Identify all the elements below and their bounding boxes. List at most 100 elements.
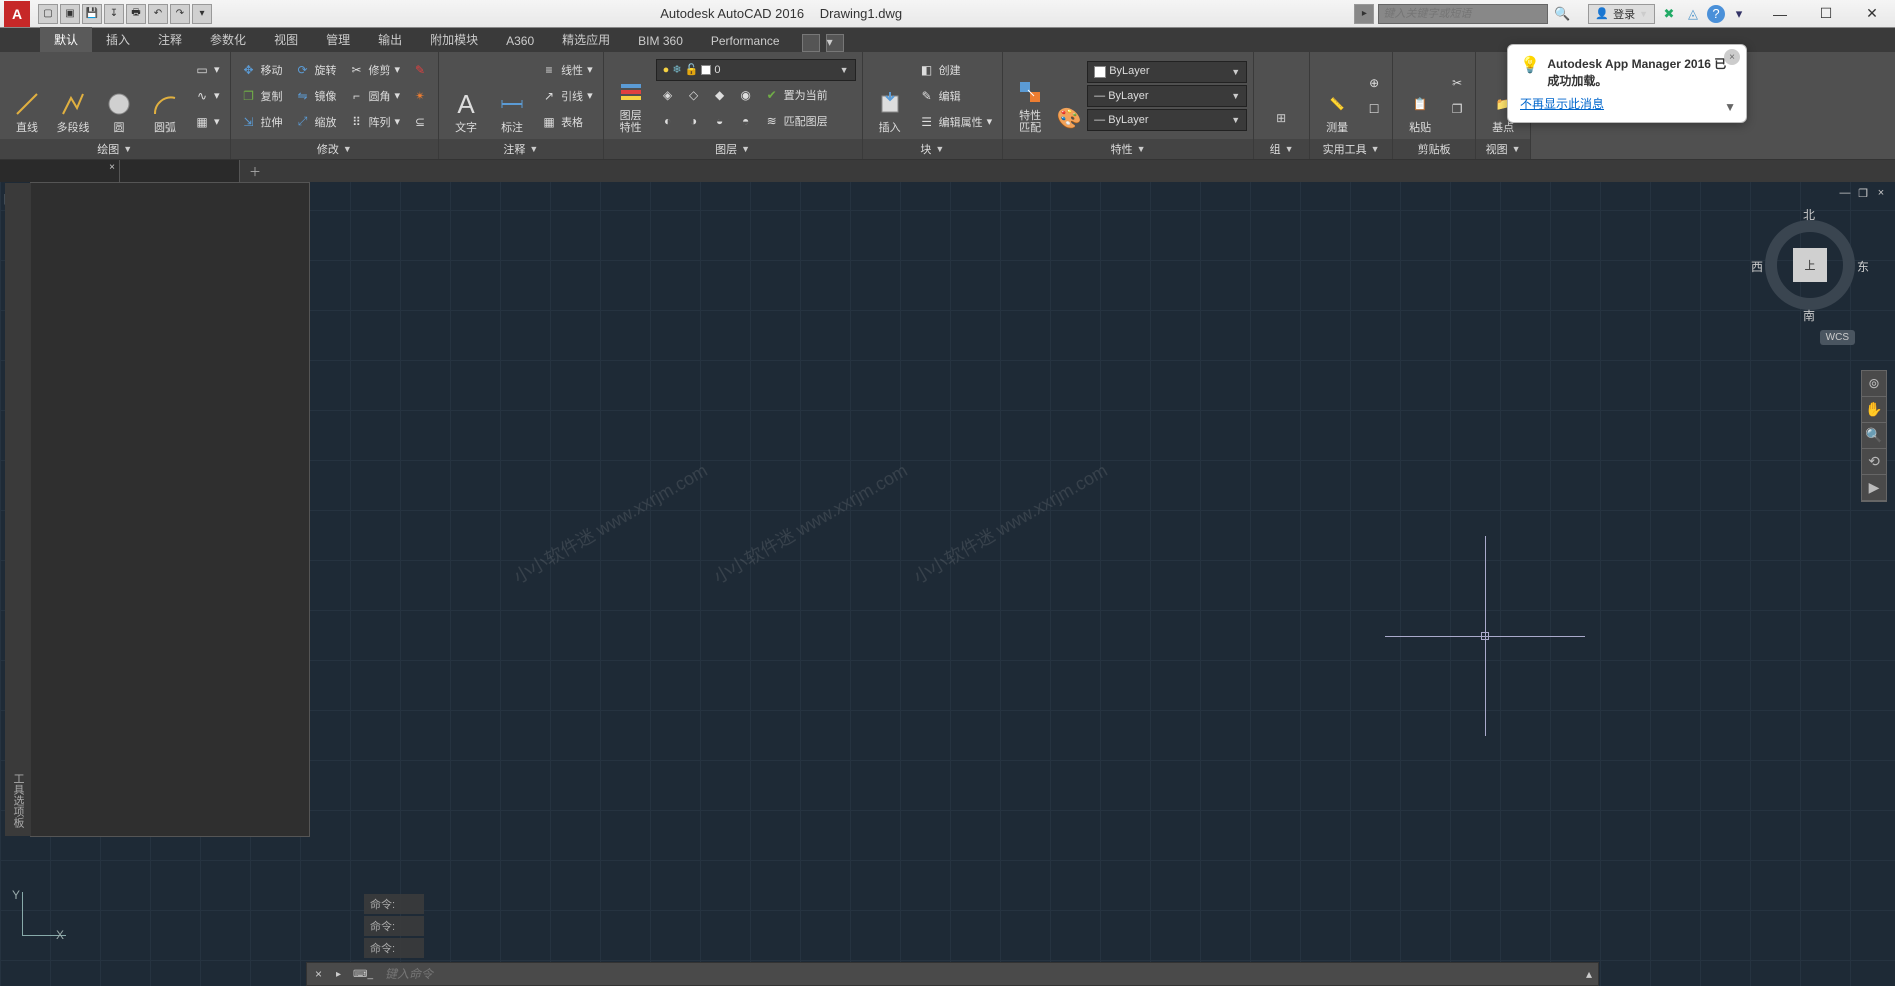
leader-button[interactable]: ↗引线▾	[537, 84, 597, 108]
linetype-selector[interactable]: — ByLayer▼	[1087, 109, 1247, 131]
nav-showmotion-icon[interactable]: ▶	[1862, 475, 1886, 501]
circle-button[interactable]: 圆	[98, 56, 140, 134]
block-insert-button[interactable]: 插入	[869, 56, 911, 134]
layer-props-button[interactable]: 图层 特性	[610, 56, 652, 134]
doc-close-icon[interactable]: ×	[1873, 186, 1889, 200]
group-button[interactable]: ⊞	[1260, 56, 1302, 134]
help-icon[interactable]: ?	[1707, 5, 1725, 23]
layer-t4-icon[interactable]: ◉	[734, 83, 758, 107]
panel-view-title[interactable]: 视图▼	[1476, 139, 1530, 159]
erase-button[interactable]: ✎	[408, 58, 432, 82]
nav-orbit-icon[interactable]: ⟲	[1862, 449, 1886, 475]
tab-output[interactable]: 输出	[364, 27, 416, 52]
hatch-button[interactable]: ▦▾	[190, 110, 224, 134]
rect-button[interactable]: ▭▾	[190, 58, 224, 82]
new-tab-button[interactable]: ＋	[240, 160, 270, 182]
qat-new-icon[interactable]: ▢	[38, 4, 58, 24]
mirror-button[interactable]: ⇋镜像	[291, 84, 341, 108]
tab-insert[interactable]: 插入	[92, 27, 144, 52]
tool-palette[interactable]: 工具选项板	[30, 182, 310, 837]
signin-button[interactable]: 👤 登录 ▼	[1588, 4, 1655, 24]
layer-t6-icon[interactable]: ◑	[682, 109, 706, 133]
block-create-button[interactable]: ◧创建	[915, 58, 997, 82]
array-button[interactable]: ⠿阵列▾	[345, 110, 405, 134]
layer-t5-icon[interactable]: ◐	[656, 109, 680, 133]
polyline-button[interactable]: 多段线	[52, 56, 94, 134]
text-button[interactable]: A文字	[445, 56, 487, 134]
move-button[interactable]: ✥移动	[237, 58, 287, 82]
tab-a360[interactable]: A360	[492, 30, 548, 52]
qat-save-icon[interactable]: 💾	[82, 4, 102, 24]
util1-icon[interactable]: ⊕	[1362, 71, 1386, 95]
tab-parametric[interactable]: 参数化	[196, 27, 260, 52]
tab-addins[interactable]: 附加模块	[416, 27, 492, 52]
ribbon-extra1-icon[interactable]	[802, 34, 820, 52]
tab-bim360[interactable]: BIM 360	[624, 30, 697, 52]
cut-icon[interactable]: ✂	[1445, 71, 1469, 95]
cmd-scroll-up-icon[interactable]: ▴	[1580, 967, 1598, 981]
a360-icon[interactable]: ◬	[1683, 4, 1703, 24]
color-wheel-button[interactable]: 🎨	[1055, 56, 1083, 134]
layer-selector[interactable]: ● ❄ 🔓 0 ▼	[656, 59, 856, 81]
color-selector[interactable]: ByLayer▼	[1087, 61, 1247, 83]
panel-modify-title[interactable]: 修改▼	[231, 139, 439, 159]
panel-draw-title[interactable]: 绘图▼	[0, 139, 230, 159]
trim-button[interactable]: ✂修剪▾	[345, 58, 405, 82]
drawing-area[interactable]: × ＋ — ❐ × [-][俯视] ⊞✕ 工具选项板 小小软件迷 www.xxr…	[0, 160, 1895, 986]
nav-wheel-icon[interactable]: ⊚	[1862, 371, 1886, 397]
nav-pan-icon[interactable]: ✋	[1862, 397, 1886, 423]
layer-t1-icon[interactable]: ◈	[656, 83, 680, 107]
viewcube-east[interactable]: 东	[1857, 258, 1869, 275]
wcs-badge[interactable]: WCS	[1820, 330, 1855, 345]
panel-properties-title[interactable]: 特性▼	[1003, 139, 1253, 159]
panel-group-title[interactable]: 组▼	[1254, 139, 1309, 159]
fillet-button[interactable]: ⌐圆角▾	[345, 84, 405, 108]
panel-utilities-title[interactable]: 实用工具▼	[1310, 139, 1392, 159]
stretch-button[interactable]: ⇲拉伸	[237, 110, 287, 134]
viewcube-north[interactable]: 北	[1803, 206, 1815, 223]
explode-button[interactable]: ✴	[408, 84, 432, 108]
layer-t3-icon[interactable]: ◆	[708, 83, 732, 107]
layer-match-button[interactable]: ≋匹配图层	[760, 109, 832, 133]
viewcube-south[interactable]: 南	[1803, 307, 1815, 324]
panel-layer-title[interactable]: 图层▼	[604, 139, 862, 159]
close-button[interactable]: ✕	[1849, 0, 1895, 28]
minimize-button[interactable]: —	[1757, 0, 1803, 28]
match-props-button[interactable]: 特性 匹配	[1009, 56, 1051, 134]
rotate-button[interactable]: ⟳旋转	[291, 58, 341, 82]
qat-print-icon[interactable]: 🖶	[126, 4, 146, 24]
tab-manage[interactable]: 管理	[312, 27, 364, 52]
tab-close-icon[interactable]: ×	[109, 162, 115, 173]
layer-current-button[interactable]: ✔置为当前	[760, 83, 832, 107]
lineweight-selector[interactable]: — ByLayer▼	[1087, 85, 1247, 107]
search-input[interactable]	[1378, 4, 1548, 24]
measure-button[interactable]: 📏测量	[1316, 56, 1358, 134]
maximize-button[interactable]: ☐	[1803, 0, 1849, 28]
qat-saveas-icon[interactable]: ↧	[104, 4, 124, 24]
viewcube-top-face[interactable]: 上	[1793, 248, 1827, 282]
layer-t8-icon[interactable]: ◓	[734, 109, 758, 133]
help-dropdown-icon[interactable]: ▾	[1729, 4, 1749, 24]
viewcube[interactable]: 上 北 南 东 西	[1755, 210, 1865, 320]
layer-t7-icon[interactable]: ◒	[708, 109, 732, 133]
offset-button[interactable]: ⊆	[408, 110, 432, 134]
app-logo-icon[interactable]: A	[4, 1, 30, 27]
search-arrow-icon[interactable]: ▸	[1354, 4, 1374, 24]
util2-icon[interactable]: ☐	[1362, 97, 1386, 121]
palette-sidebar[interactable]: 工具选项板	[5, 183, 31, 836]
panel-annotation-title[interactable]: 注释▼	[439, 139, 603, 159]
table-button[interactable]: ▦表格	[537, 110, 597, 134]
layer-t2-icon[interactable]: ◇	[682, 83, 706, 107]
tab-annotate[interactable]: 注释	[144, 27, 196, 52]
exchange-icon[interactable]: ✖	[1659, 4, 1679, 24]
copy-button[interactable]: ❐复制	[237, 84, 287, 108]
scale-button[interactable]: ⤢缩放	[291, 110, 341, 134]
dimension-button[interactable]: 标注	[491, 56, 533, 134]
balloon-close-icon[interactable]: ×	[1724, 49, 1740, 65]
tab-performance[interactable]: Performance	[697, 30, 794, 52]
tab-view[interactable]: 视图	[260, 27, 312, 52]
panel-block-title[interactable]: 块▼	[863, 139, 1003, 159]
qat-redo-icon[interactable]: ↷	[170, 4, 190, 24]
linetype-button[interactable]: ≡线性▾	[537, 58, 597, 82]
paste-button[interactable]: 📋粘贴	[1399, 56, 1441, 134]
